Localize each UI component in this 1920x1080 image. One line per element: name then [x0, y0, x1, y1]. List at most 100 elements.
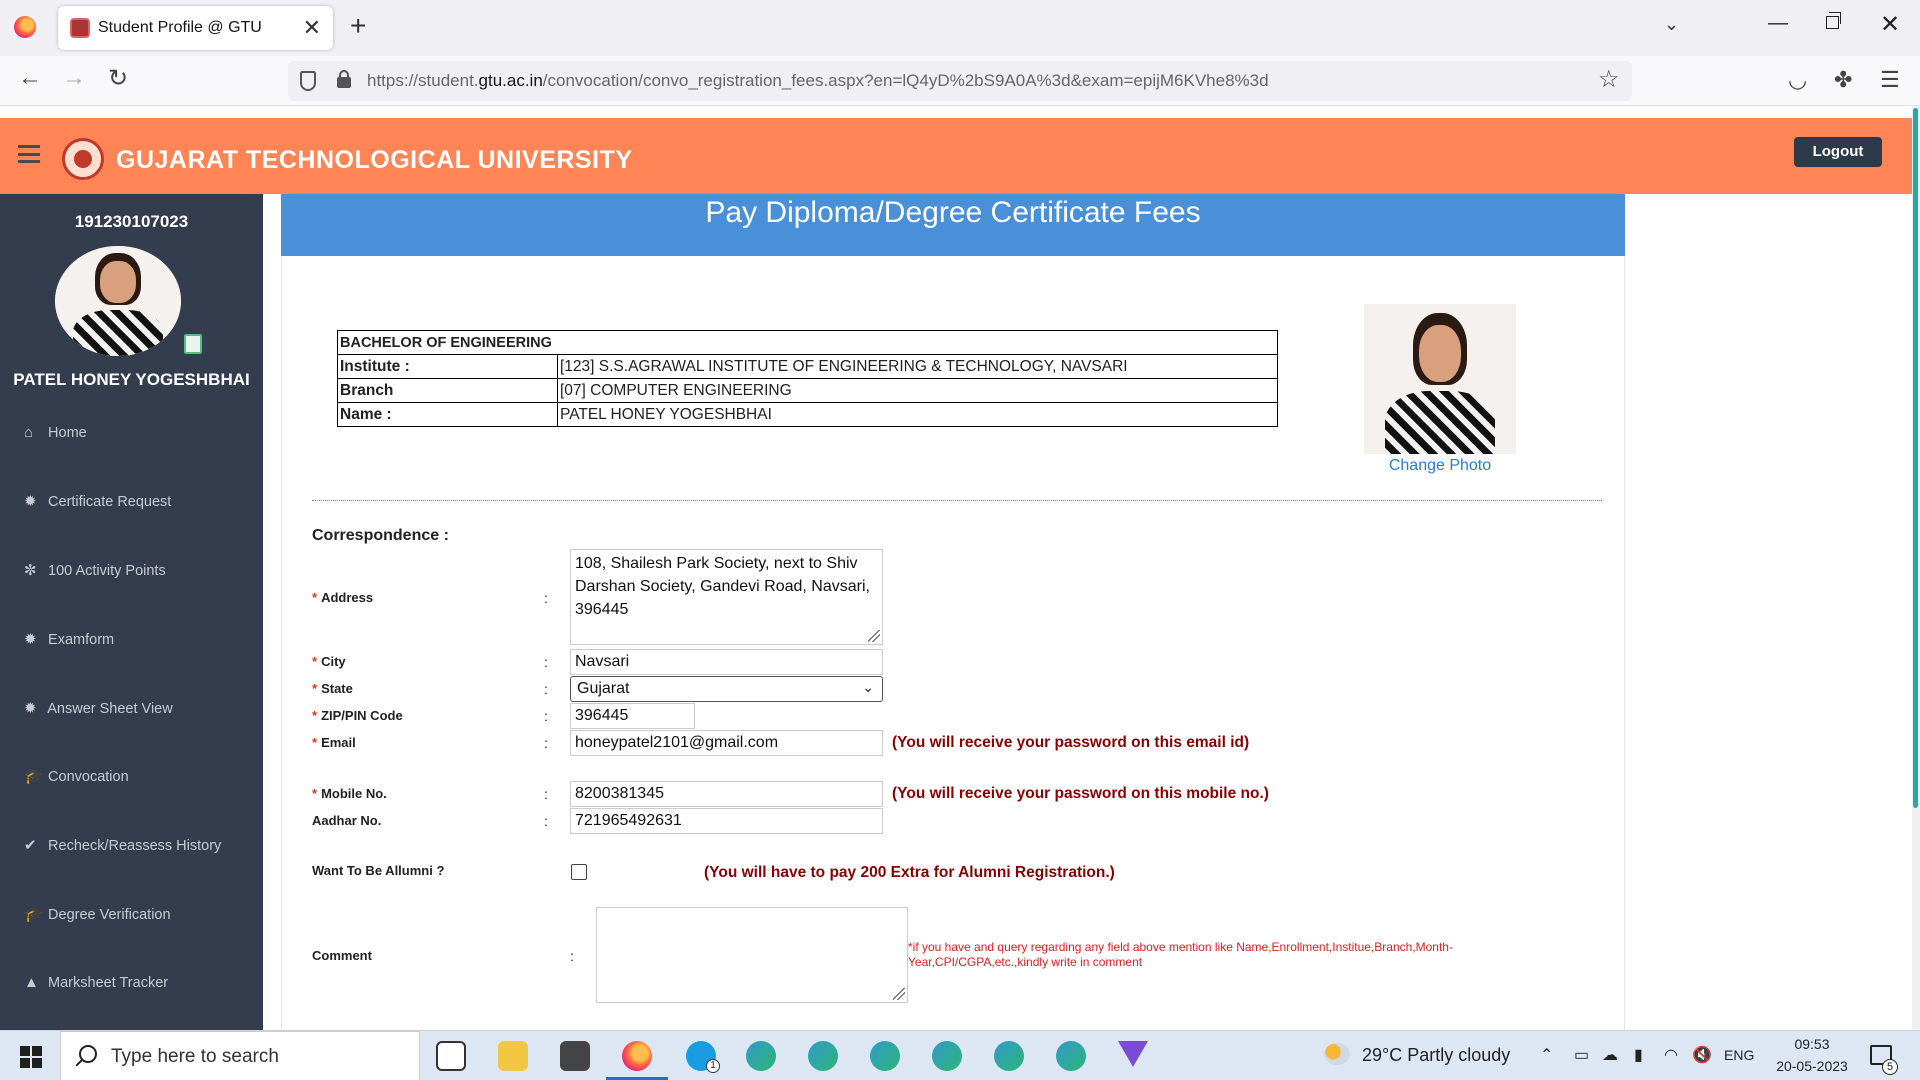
- table-row: BACHELOR OF ENGINEERING: [337, 330, 1278, 355]
- task-view-icon[interactable]: [436, 1041, 466, 1071]
- tab-title: Student Profile @ GTU: [98, 19, 262, 36]
- colon: :: [570, 948, 574, 964]
- student-photo: [1364, 304, 1516, 454]
- address-bar[interactable]: https://student.gtu.ac.in/convocation/co…: [288, 61, 1632, 101]
- sidebar-item-examform[interactable]: ✹ Examform: [24, 630, 114, 648]
- resize-grip-icon[interactable]: [893, 988, 905, 1000]
- weather-partly-cloudy-icon[interactable]: [1324, 1043, 1350, 1065]
- sidebar-item-home[interactable]: ⌂ Home: [24, 424, 87, 441]
- taskbar-search[interactable]: Type here to search: [60, 1031, 420, 1080]
- browser-tab[interactable]: Student Profile @ GTU ✕: [58, 6, 333, 50]
- edit-photo-icon[interactable]: [184, 334, 202, 354]
- pocket-icon[interactable]: ◡: [1788, 67, 1807, 93]
- bookmark-star-icon[interactable]: ☆: [1598, 65, 1620, 94]
- new-tab-icon[interactable]: +: [350, 10, 366, 42]
- zip-label: * ZIP/PIN Code: [312, 708, 403, 723]
- state-select[interactable]: Gujarat ⌄: [570, 676, 883, 702]
- wifi-icon[interactable]: ◠: [1664, 1045, 1678, 1065]
- mobile-input[interactable]: 8200381345: [570, 781, 883, 807]
- volume-muted-icon[interactable]: 🔇: [1692, 1045, 1712, 1065]
- windows-taskbar: Type here to search 1 29°C Partly cloudy…: [0, 1030, 1920, 1080]
- back-arrow-icon[interactable]: ←: [18, 64, 42, 92]
- gear-icon: ✹: [24, 631, 37, 648]
- sidebar-item-activity-points[interactable]: ✼ 100 Activity Points: [24, 561, 166, 579]
- lock-icon[interactable]: [337, 70, 351, 88]
- hamburger-menu-icon[interactable]: [18, 145, 40, 163]
- mail-icon[interactable]: [560, 1041, 590, 1071]
- close-window-icon[interactable]: ✕: [1880, 10, 1900, 39]
- alumni-checkbox[interactable]: [571, 864, 587, 880]
- student-name: PATEL HONEY YOGESHBHAI: [13, 370, 250, 389]
- name-label: Name :: [337, 402, 558, 427]
- divider: [312, 500, 1602, 501]
- city-input[interactable]: Navsari: [570, 649, 883, 675]
- weather-text[interactable]: 29°C Partly cloudy: [1362, 1045, 1510, 1066]
- comment-textarea[interactable]: [596, 907, 908, 1003]
- notification-badge: 5: [1882, 1059, 1898, 1075]
- change-photo-link[interactable]: Change Photo: [1340, 457, 1540, 475]
- meet-now-icon[interactable]: ▭: [1574, 1045, 1589, 1065]
- colon: :: [544, 735, 548, 751]
- zip-input[interactable]: 396445: [570, 703, 695, 729]
- sidebar-item-certificate-request[interactable]: ✹ Certificate Request: [24, 492, 171, 510]
- clock-time[interactable]: 09:53: [1770, 1036, 1854, 1052]
- address-label: * Address: [312, 590, 374, 605]
- resize-grip-icon[interactable]: [868, 630, 880, 642]
- email-input[interactable]: honeypatel2101@gmail.com: [570, 730, 883, 756]
- restore-window-icon[interactable]: [1826, 12, 1841, 29]
- aadhar-label: Aadhar No.: [312, 813, 382, 828]
- forward-arrow-icon[interactable]: →: [62, 64, 86, 92]
- extensions-icon[interactable]: ✤: [1834, 67, 1852, 93]
- edge-icon[interactable]: [1056, 1041, 1086, 1071]
- sidebar-item-label: 100 Activity Points: [48, 563, 166, 579]
- sidebar-item-label: Recheck/Reassess History: [48, 838, 222, 854]
- battery-icon[interactable]: ▮: [1634, 1045, 1643, 1065]
- state-label: * State: [312, 681, 353, 696]
- edge-icon[interactable]: [994, 1041, 1024, 1071]
- shield-icon[interactable]: [300, 71, 316, 91]
- check-icon: ✔: [24, 837, 37, 854]
- sidebar-item-convocation[interactable]: 🎓 Convocation: [24, 767, 129, 785]
- name-value: PATEL HONEY YOGESHBHAI: [557, 402, 1278, 427]
- sidebar-item-recheck-history[interactable]: ✔ Recheck/Reassess History: [24, 836, 221, 854]
- enrollment-number: 191230107023: [74, 212, 189, 231]
- email-label: * Email: [312, 735, 356, 750]
- reload-icon[interactable]: ↻: [108, 64, 128, 93]
- sidebar-item-label: Answer Sheet View: [47, 701, 173, 717]
- language-indicator[interactable]: ENG: [1724, 1047, 1754, 1063]
- chevron-up-icon[interactable]: ⌃: [1540, 1045, 1553, 1065]
- file-explorer-icon[interactable]: [498, 1041, 528, 1071]
- scrollbar-thumb[interactable]: [1913, 108, 1918, 808]
- chevron-down-icon[interactable]: ⌄: [1664, 14, 1679, 35]
- skype-badge: 1: [706, 1059, 720, 1073]
- windows-start-icon[interactable]: [20, 1046, 42, 1068]
- mobile-note: (You will receive your password on this …: [892, 785, 1269, 802]
- colon: :: [544, 681, 548, 697]
- site-header: GUJARAT TECHNOLOGICAL UNIVERSITY Logout: [0, 118, 1920, 194]
- edge-icon[interactable]: [870, 1041, 900, 1071]
- site-title: GUJARAT TECHNOLOGICAL UNIVERSITY: [116, 146, 633, 174]
- sidebar-item-answer-sheet-view[interactable]: ✹ Answer Sheet View: [24, 699, 173, 717]
- edge-icon[interactable]: [932, 1041, 962, 1071]
- sidebar-item-degree-verification[interactable]: 🎓 Degree Verification: [24, 905, 171, 923]
- aadhar-input[interactable]: 721965492631: [570, 808, 883, 834]
- sidebar-item-label: Convocation: [48, 769, 129, 785]
- chevron-down-icon: ⌄: [862, 679, 874, 695]
- sidebar-item-label: Examform: [48, 632, 115, 648]
- avatar: [55, 246, 181, 356]
- clock-date[interactable]: 20-05-2023: [1770, 1058, 1854, 1074]
- sidebar-item-marksheet-tracker[interactable]: ▲ Marksheet Tracker: [24, 974, 168, 991]
- vpn-app-icon[interactable]: [1118, 1041, 1148, 1067]
- firefox-taskbar-icon[interactable]: [622, 1041, 652, 1071]
- edge-icon[interactable]: [808, 1041, 838, 1071]
- minimize-icon[interactable]: —: [1768, 12, 1788, 35]
- logout-button[interactable]: Logout: [1794, 137, 1882, 167]
- address-textarea[interactable]: 108, Shailesh Park Society, next to Shiv…: [570, 549, 883, 645]
- home-icon: ⌂: [24, 424, 34, 441]
- edge-icon[interactable]: [746, 1041, 776, 1071]
- url-text[interactable]: https://student.gtu.ac.in/convocation/co…: [367, 71, 1269, 91]
- cloud-icon[interactable]: ☁: [1602, 1045, 1618, 1065]
- firefox-icon[interactable]: [14, 16, 36, 38]
- tab-close-icon[interactable]: ✕: [303, 15, 321, 41]
- menu-icon[interactable]: ☰: [1880, 67, 1900, 93]
